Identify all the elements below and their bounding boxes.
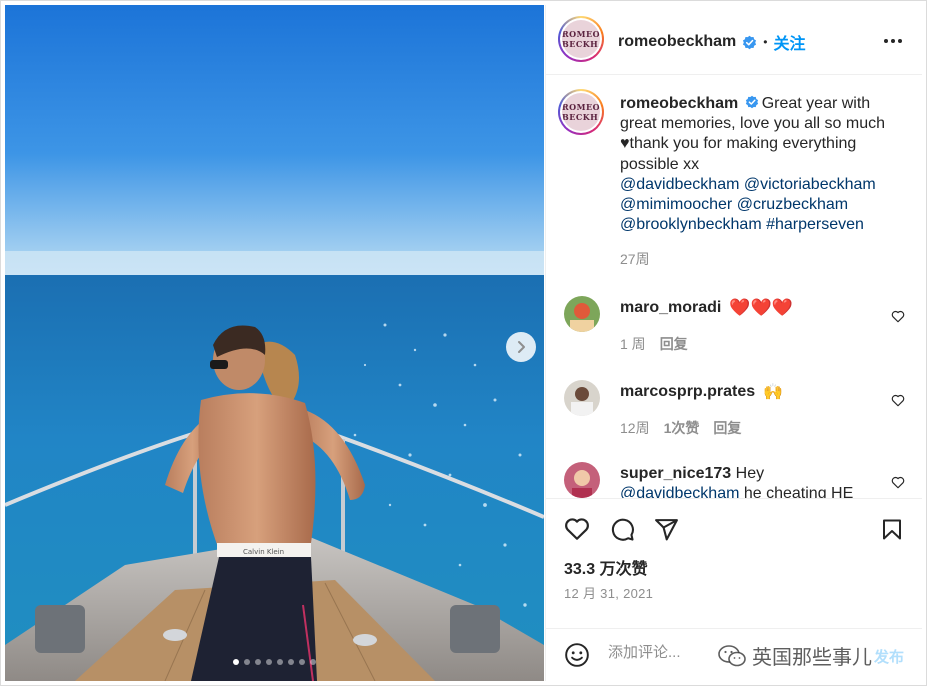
author-avatar[interactable]: ROMEO BECKHAM — [558, 16, 604, 62]
next-image-button[interactable] — [506, 332, 536, 362]
reply-button[interactable]: 回复 — [713, 420, 741, 436]
like-count[interactable]: 33.3 万次赞 — [564, 555, 648, 579]
caption-mention[interactable]: @davidbeckham — [620, 176, 739, 193]
caption-hashtag[interactable]: #harperseven — [766, 216, 864, 233]
comment-text-end: he cheating HE — [739, 485, 854, 498]
caption-avatar[interactable]: ROMEO BECKHAM — [558, 89, 604, 135]
comment-body: super_nice173 Hey @davidbeckham he cheat… — [620, 464, 910, 498]
comment-meta: 1 周回复 — [620, 334, 688, 354]
comment-heart-icon[interactable] — [891, 476, 905, 489]
share-icon[interactable] — [654, 517, 679, 542]
comments-scroll-area[interactable]: ROMEO BECKHAM romeobeckham Great year wi… — [546, 76, 922, 498]
caption-heart: ♥ — [620, 135, 630, 153]
header-separator: • — [763, 35, 768, 49]
comment-time: 12周 — [620, 420, 650, 436]
avatar-logo-text: BECKHAM — [562, 112, 600, 122]
more-options-icon[interactable] — [884, 39, 902, 43]
emoji-icon[interactable] — [564, 642, 590, 668]
comment-heart-icon[interactable] — [891, 394, 905, 407]
comment-text: ❤️❤️❤️ — [729, 298, 793, 317]
avatar-logo-text: BECKHAM — [562, 39, 600, 49]
chevron-right-icon — [518, 341, 525, 353]
comment-meta: 12周 1次赞 回复 — [620, 418, 741, 438]
comment-mention[interactable]: @davidbeckham — [620, 485, 739, 498]
post-header: ROMEO BECKHAM romeobeckham • 关注 — [546, 5, 922, 75]
avatar-logo-text: ROMEO — [562, 102, 600, 112]
watermark-text: 英国那些事儿 — [752, 645, 872, 669]
comment-likes[interactable]: 1次赞 — [664, 420, 700, 436]
comment-heart-icon[interactable] — [891, 310, 905, 323]
carousel-dot — [244, 659, 250, 665]
commenter-avatar[interactable] — [564, 380, 600, 416]
wechat-icon — [718, 644, 746, 666]
source-watermark: 英国那些事儿 — [718, 641, 872, 670]
commenter-avatar[interactable] — [564, 296, 600, 332]
caption-text-end: thank you for making everything possible… — [620, 135, 857, 173]
comment-text: Hey — [735, 465, 765, 482]
carousel-indicator — [5, 659, 544, 665]
caption-mention[interactable]: @mimimoocher — [620, 196, 732, 213]
verified-badge-icon — [743, 35, 757, 49]
author-username[interactable]: romeobeckham — [618, 33, 736, 51]
comment-time: 1 周 — [620, 336, 646, 352]
heart-icon[interactable] — [564, 517, 590, 541]
add-comment-bar: 英国那些事儿 发布 — [546, 628, 922, 681]
carousel-dot — [299, 659, 305, 665]
caption-username[interactable]: romeobeckham — [620, 95, 738, 112]
follow-button[interactable]: 关注 — [773, 30, 805, 54]
post-actions: 33.3 万次赞 12 月 31, 2021 — [546, 498, 922, 628]
caption-time: 27周 — [620, 251, 650, 268]
reply-button[interactable]: 回复 — [660, 336, 688, 352]
carousel-dot — [310, 659, 316, 665]
comment-text: 🙌 — [763, 384, 784, 401]
carousel-dot — [277, 659, 283, 665]
bookmark-icon[interactable] — [880, 517, 904, 542]
carousel-dot — [288, 659, 294, 665]
caption-mention[interactable]: @brooklynbeckham — [620, 216, 762, 233]
post-side-panel: ROMEO BECKHAM romeobeckham • 关注 — [545, 5, 922, 681]
comment-icon[interactable] — [610, 517, 635, 542]
comment-username[interactable]: super_nice173 — [620, 465, 731, 482]
svg-text:Calvin Klein: Calvin Klein — [243, 548, 284, 556]
post-image[interactable]: Calvin Klein — [5, 5, 544, 681]
comment-username[interactable]: maro_moradi — [620, 299, 721, 317]
caption-mention[interactable]: @victoriabeckham — [744, 176, 876, 193]
carousel-dot — [255, 659, 261, 665]
post-comment-button[interactable]: 发布 — [874, 646, 904, 667]
verified-badge-icon — [745, 95, 758, 109]
post-date: 12 月 31, 2021 — [564, 586, 654, 601]
caption-mention[interactable]: @cruzbeckham — [737, 196, 848, 213]
avatar-logo-text: ROMEO — [562, 29, 600, 39]
commenter-avatar[interactable] — [564, 462, 600, 498]
post-caption: romeobeckham Great year with great memor… — [620, 94, 905, 270]
post-photo: Calvin Klein — [5, 5, 544, 681]
carousel-dot — [266, 659, 272, 665]
comment-username[interactable]: marcosprp.prates — [620, 383, 755, 401]
carousel-dot — [233, 659, 239, 665]
post-dialog: Calvin Klein ROMEO BECKH romeobeckham • … — [0, 0, 927, 686]
